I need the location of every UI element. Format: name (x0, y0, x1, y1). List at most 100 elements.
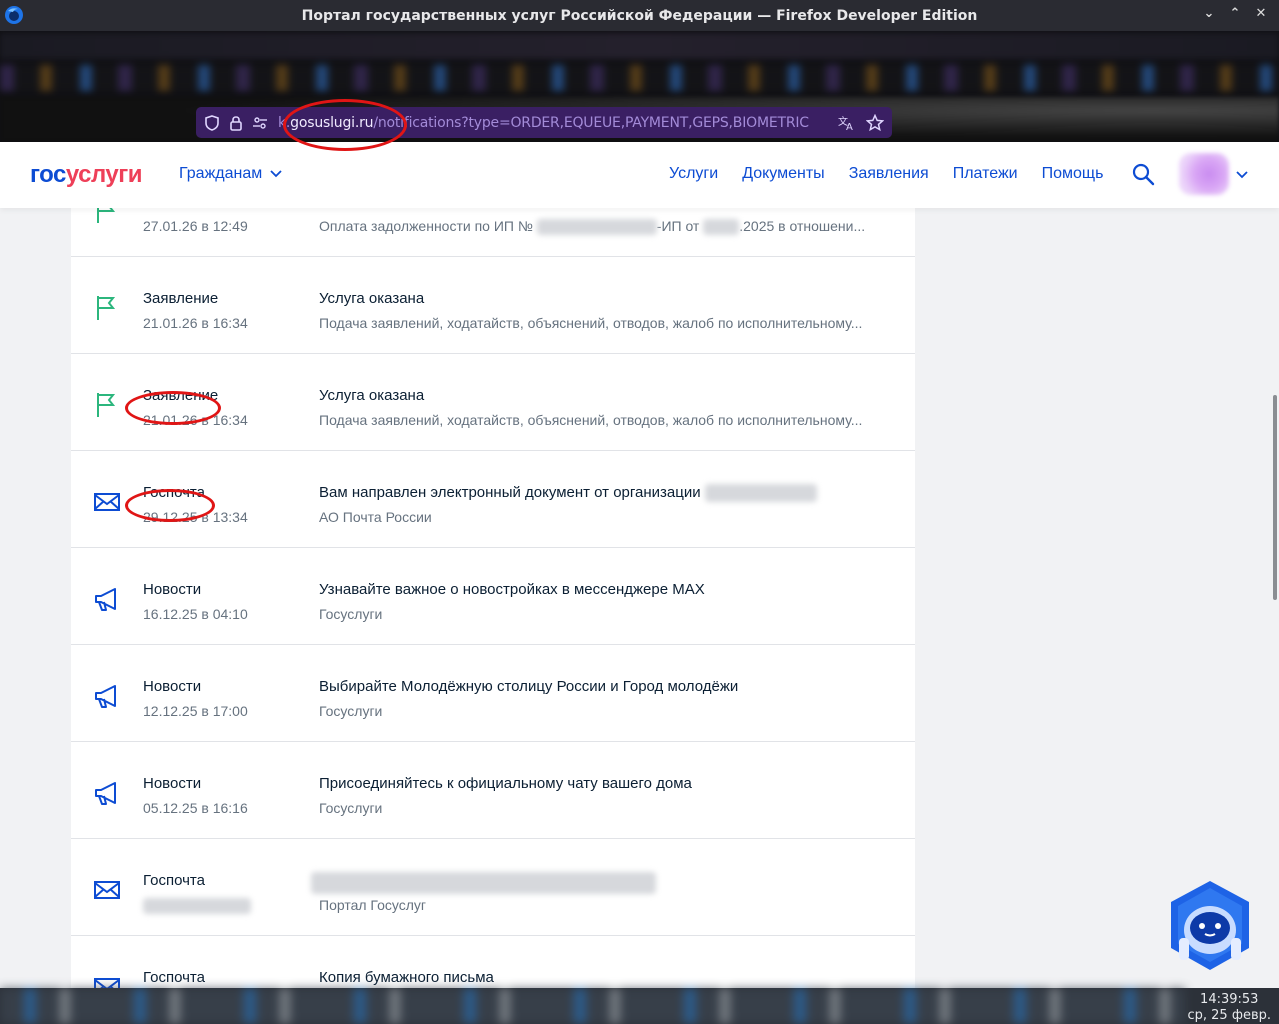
notification-category: Госпочта (143, 872, 205, 889)
notification-category: Заявление (143, 387, 219, 404)
list-item[interactable]: Новости 16.12.25 в 04:10 Узнавайте важно… (71, 548, 915, 645)
notification-title: Услуга оказана (319, 387, 425, 404)
flag-icon (97, 208, 116, 223)
notification-title: Присоединяйтесь к официальному чату ваше… (319, 775, 692, 792)
bookmark-star-icon[interactable] (866, 114, 884, 132)
main-content: 27.01.26 в 12:49 Оплата задолженности по… (0, 208, 1279, 988)
subtitle-part: -ИП от (656, 218, 700, 234)
subtitle-part: Оплата задолженности по ИП № (319, 218, 533, 234)
notification-category: Новости (143, 678, 202, 695)
notification-subtitle: Подача заявлений, ходатайств, объяснений… (319, 315, 863, 331)
notification-category: Госпочта (143, 969, 205, 986)
megaphone-icon (95, 782, 116, 805)
notification-title (311, 872, 656, 894)
lock-icon[interactable] (228, 115, 244, 131)
notification-title: Узнавайте важное о новостройках в мессен… (319, 581, 705, 598)
url-domain: gosuslugi.ru (290, 114, 374, 131)
window-controls: ⌄ ⌃ ✕ (1203, 6, 1267, 21)
list-item[interactable]: Заявление 21.01.26 в 16:34 Услуга оказан… (71, 354, 915, 451)
logo-part2: услуги (65, 161, 143, 188)
notification-subtitle: Портал Госуслуг (319, 897, 426, 913)
nav-documents[interactable]: Документы (742, 165, 824, 183)
top-navigation: Услуги Документы Заявления Платежи Помощ… (669, 165, 1103, 183)
blurred-taskbar-apps (0, 988, 1185, 1024)
close-button[interactable]: ✕ (1255, 6, 1267, 21)
site-header: госуслуги Гражданам Услуги Документы Зая… (0, 142, 1279, 208)
url-prefix: k. (278, 114, 291, 131)
notification-subtitle: Оплата задолженности по ИП № -ИП от .202… (319, 218, 866, 236)
list-item[interactable]: Заявление 21.01.26 в 16:34 Услуга оказан… (71, 257, 915, 354)
permissions-icon[interactable] (252, 115, 268, 131)
blurred-menubar (0, 33, 1279, 59)
blurred-tab-strip (0, 65, 1279, 91)
notification-date: 29.12.25 в 13:34 (143, 509, 248, 525)
notification-title: Услуга оказана (319, 290, 425, 307)
notification-category: Госпочта (143, 484, 205, 501)
redacted-text (311, 872, 656, 894)
notification-subtitle: АО Почта России (319, 509, 432, 525)
notification-category: Новости (143, 581, 202, 598)
list-item[interactable]: Новости 05.12.25 в 16:16 Присоединяйтесь… (71, 742, 915, 839)
notification-title: Вам направлен электронный документ от ор… (319, 484, 817, 503)
avatar[interactable] (1179, 153, 1229, 195)
list-item[interactable]: Госпочта Портал Госуслуг (71, 839, 915, 936)
url-path: /notifications?type=ORDER,EQUEUE,PAYMENT… (373, 114, 809, 131)
window-titlebar: Портал государственных услуг Российской … (0, 0, 1279, 31)
maximize-button[interactable]: ⌃ (1229, 6, 1241, 21)
clock-time: 14:39:53 (1200, 992, 1259, 1007)
redacted-text (536, 219, 657, 236)
title-text: Вам направлен электронный документ от ор… (319, 484, 701, 501)
notification-date: 21.01.26 в 16:34 (143, 412, 248, 428)
notification-subtitle: Госуслуги (319, 800, 383, 816)
subtitle-part: .2025 в отношени... (739, 218, 866, 234)
nav-services[interactable]: Услуги (669, 165, 718, 183)
address-bar[interactable]: k.gosuslugi.ru/notifications?type=ORDER,… (196, 107, 892, 138)
notification-title: Копия бумажного письма (319, 969, 494, 986)
notification-date: 27.01.26 в 12:49 (143, 218, 248, 234)
nav-payments[interactable]: Платежи (953, 165, 1018, 183)
shield-icon[interactable] (204, 114, 220, 131)
flag-icon (97, 296, 116, 320)
megaphone-icon (95, 588, 116, 611)
svg-text:A: A (846, 122, 853, 132)
nav-applications[interactable]: Заявления (849, 165, 929, 183)
chevron-down-icon (270, 170, 282, 178)
firefox-logo-icon (5, 6, 23, 24)
nav-help[interactable]: Помощь (1042, 165, 1104, 183)
redacted-text (703, 219, 740, 236)
notification-date: 12.12.25 в 17:00 (143, 703, 248, 719)
redacted-text (143, 898, 251, 915)
gosuslugi-logo[interactable]: госуслуги (30, 161, 143, 189)
envelope-icon (94, 493, 120, 511)
notification-date: 16.12.25 в 04:10 (143, 606, 248, 622)
list-item[interactable]: Госпочта 29.12.25 в 13:34 Вам направлен … (71, 451, 915, 548)
notifications-list: 27.01.26 в 12:49 Оплата задолженности по… (71, 208, 915, 988)
flag-icon (97, 393, 116, 417)
chevron-down-icon[interactable] (1235, 169, 1249, 181)
notification-category: Заявление (143, 290, 219, 307)
notification-date (143, 897, 251, 915)
list-item[interactable]: 27.01.26 в 12:49 Оплата задолженности по… (71, 208, 915, 257)
megaphone-icon (95, 685, 116, 708)
list-item[interactable]: Госпочта Копия бумажного письма (71, 936, 915, 988)
citizens-label: Гражданам (179, 165, 263, 182)
window-title: Портал государственных услуг Российской … (301, 7, 978, 24)
minimize-button[interactable]: ⌄ (1203, 6, 1215, 21)
notification-title: Выбирайте Молодёжную столицу России и Го… (319, 678, 739, 695)
list-item[interactable]: Новости 12.12.25 в 17:00 Выбирайте Молод… (71, 645, 915, 742)
envelope-icon (94, 978, 120, 988)
search-icon[interactable] (1131, 162, 1155, 186)
envelope-icon (94, 881, 120, 899)
notification-subtitle: Госуслуги (319, 606, 383, 622)
notification-subtitle: Подача заявлений, ходатайств, объяснений… (319, 412, 863, 428)
os-taskbar: 14:39:53 ср, 25 февр. (0, 988, 1279, 1024)
redacted-text (704, 484, 817, 503)
taskbar-clock[interactable]: 14:39:53 ср, 25 февр. (1188, 992, 1272, 1024)
logo-part1: гос (30, 161, 66, 188)
url-text[interactable]: k.gosuslugi.ru/notifications?type=ORDER,… (278, 115, 818, 131)
citizens-dropdown[interactable]: Гражданам (179, 165, 282, 183)
clock-date: ср, 25 февр. (1187, 1008, 1272, 1023)
robot-assistant-icon[interactable] (1165, 878, 1255, 973)
translate-icon[interactable]: 文 A (837, 114, 855, 132)
page-scrollbar[interactable] (1273, 395, 1277, 600)
